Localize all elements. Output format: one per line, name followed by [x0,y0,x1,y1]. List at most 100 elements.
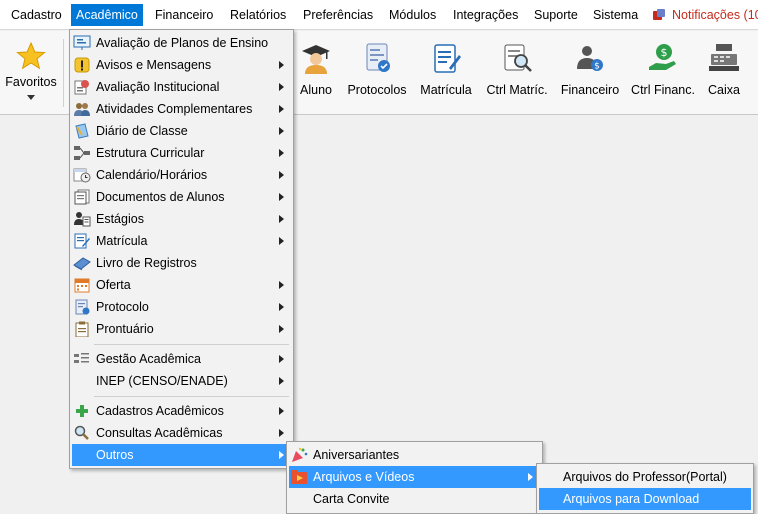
media-folder-icon [291,470,307,484]
warning-icon [74,57,90,73]
menu-item-label: Matrícula [96,234,148,248]
submenu-arrow-icon [279,429,284,437]
menu-item-label: Arquivos para Download [563,492,700,506]
submenu-arrow-icon [279,303,284,311]
ctrl-matric-button[interactable]: Ctrl Matríc. [484,31,550,115]
protocol-icon [75,299,90,315]
menu-separator [94,344,289,345]
svg-text:$: $ [594,62,600,72]
arquivos-submenu: Arquivos do Professor(Portal) Arquivos p… [536,463,754,514]
favorites-button[interactable]: Favoritos [0,31,62,115]
submenu-arrow-icon [279,325,284,333]
menu-item-cadastros[interactable]: Cadastros Acadêmicos [72,400,291,422]
ctrl-financ-label: Ctrl Financ. [631,83,695,97]
clipboard-icon [75,321,89,337]
menu-financeiro[interactable]: Financeiro [150,4,218,26]
menu-item-label: Aniversariantes [313,448,400,462]
student-icon [302,45,330,74]
financeiro-button[interactable]: $ Financeiro [560,31,620,115]
menu-suporte[interactable]: Suporte [529,4,583,26]
menu-bar: Cadastro Acadêmico Financeiro Relatórios… [0,0,758,30]
protocol-document-icon [366,43,390,72]
menu-item-consultas[interactable]: Consultas Acadêmicas [72,422,291,444]
chevron-down-icon[interactable] [27,95,35,100]
submenu-arrow-icon [279,83,284,91]
menu-item-diario[interactable]: Diário de Classe [72,120,291,142]
enrollment-icon [74,233,90,249]
menu-modulos[interactable]: Módulos [384,4,441,26]
menu-item-avisos[interactable]: Avisos e Mensagens [72,54,291,76]
matricula-button[interactable]: Matrícula [418,31,474,115]
submenu-arrow-icon [279,377,284,385]
svg-text:$: $ [661,46,668,59]
diary-icon [75,123,89,139]
financeiro-label: Financeiro [560,83,620,97]
submenu-arrow-icon [279,281,284,289]
people-icon [74,103,90,116]
submenu-arrow-icon [279,105,284,113]
submenu-arrow-icon [528,473,533,481]
plus-icon [76,405,88,417]
caixa-button[interactable]: Caixa [702,31,746,115]
finance-person-icon: $ [577,46,603,72]
menu-academico[interactable]: Acadêmico [71,4,143,26]
menu-item-inep[interactable]: INEP (CENSO/ENADE) [72,370,291,392]
ctrl-matric-label: Ctrl Matríc. [486,83,548,97]
menu-notificacoes[interactable]: Notificações (10 [667,4,758,26]
menu-item-avaliacao-institucional[interactable]: Avaliação Institucional [72,76,291,98]
menu-item-prontuario[interactable]: Prontuário [72,318,291,340]
hierarchy-icon [74,146,90,160]
academico-dropdown: Avaliação de Planos de Ensino Avisos e M… [69,29,294,469]
menu-item-arquivos-videos[interactable]: Arquivos e Vídeos [289,466,540,488]
evaluation-icon [74,80,89,95]
menu-item-label: Arquivos do Professor(Portal) [563,470,727,484]
star-icon [16,41,46,70]
aluno-label: Aluno [300,83,332,97]
menu-item-protocolo[interactable]: Protocolo [72,296,291,318]
menu-item-label: Estrutura Curricular [96,146,205,160]
submenu-arrow-icon [279,193,284,201]
caixa-label: Caixa [708,83,740,97]
submenu-arrow-icon [279,407,284,415]
menu-item-estrutura[interactable]: Estrutura Curricular [72,142,291,164]
management-icon [74,353,89,363]
menu-item-label: Consultas Acadêmicas [96,426,223,440]
submenu-arrow-icon [279,355,284,363]
presentation-board-icon [73,35,91,50]
protocolos-label: Protocolos [347,83,407,97]
toolbar-separator [63,39,64,107]
menu-item-matricula[interactable]: Matrícula [72,230,291,252]
protocolos-button[interactable]: Protocolos [344,31,410,115]
submenu-arrow-icon [279,171,284,179]
submenu-arrow-icon [279,215,284,223]
menu-item-atividades[interactable]: Atividades Complementares [72,98,291,120]
menu-item-livro[interactable]: Livro de Registros [72,252,291,274]
menu-item-estagios[interactable]: Estágios [72,208,291,230]
menu-item-label: Gestão Acadêmica [96,352,201,366]
menu-item-documentos[interactable]: Documentos de Alunos [72,186,291,208]
aluno-button[interactable]: Aluno [296,31,336,115]
menu-item-carta-convite[interactable]: Carta Convite [289,488,540,510]
menu-item-label: INEP (CENSO/ENADE) [96,374,228,388]
submenu-arrow-icon [279,451,284,459]
menu-cadastro[interactable]: Cadastro [6,4,67,26]
menu-item-outros[interactable]: Outros [72,444,291,466]
submenu-arrow-icon [279,61,284,69]
menu-preferencias[interactable]: Preferências [298,4,378,26]
menu-item-oferta[interactable]: Oferta [72,274,291,296]
menu-relatorios[interactable]: Relatórios [225,4,291,26]
menu-item-calendario[interactable]: Calendário/Horários [72,164,291,186]
menu-item-label: Avisos e Mensagens [96,58,212,72]
menu-item-aniversariantes[interactable]: Aniversariantes [289,444,540,466]
menu-item-arquivos-download[interactable]: Arquivos para Download [539,488,751,510]
menu-sistema[interactable]: Sistema [588,4,643,26]
menu-item-arquivos-professor[interactable]: Arquivos do Professor(Portal) [539,466,751,488]
outros-submenu: Aniversariantes Arquivos e Vídeos Carta … [286,441,543,514]
menu-integracoes[interactable]: Integrações [448,4,523,26]
menu-item-gestao[interactable]: Gestão Acadêmica [72,348,291,370]
menu-item-label: Arquivos e Vídeos [313,470,415,484]
notification-icon[interactable] [652,8,666,22]
menu-item-avaliacao-planos[interactable]: Avaliação de Planos de Ensino [72,32,291,54]
ctrl-financ-button[interactable]: $ Ctrl Financ. [630,31,696,115]
menu-item-label: Outros [96,448,134,462]
